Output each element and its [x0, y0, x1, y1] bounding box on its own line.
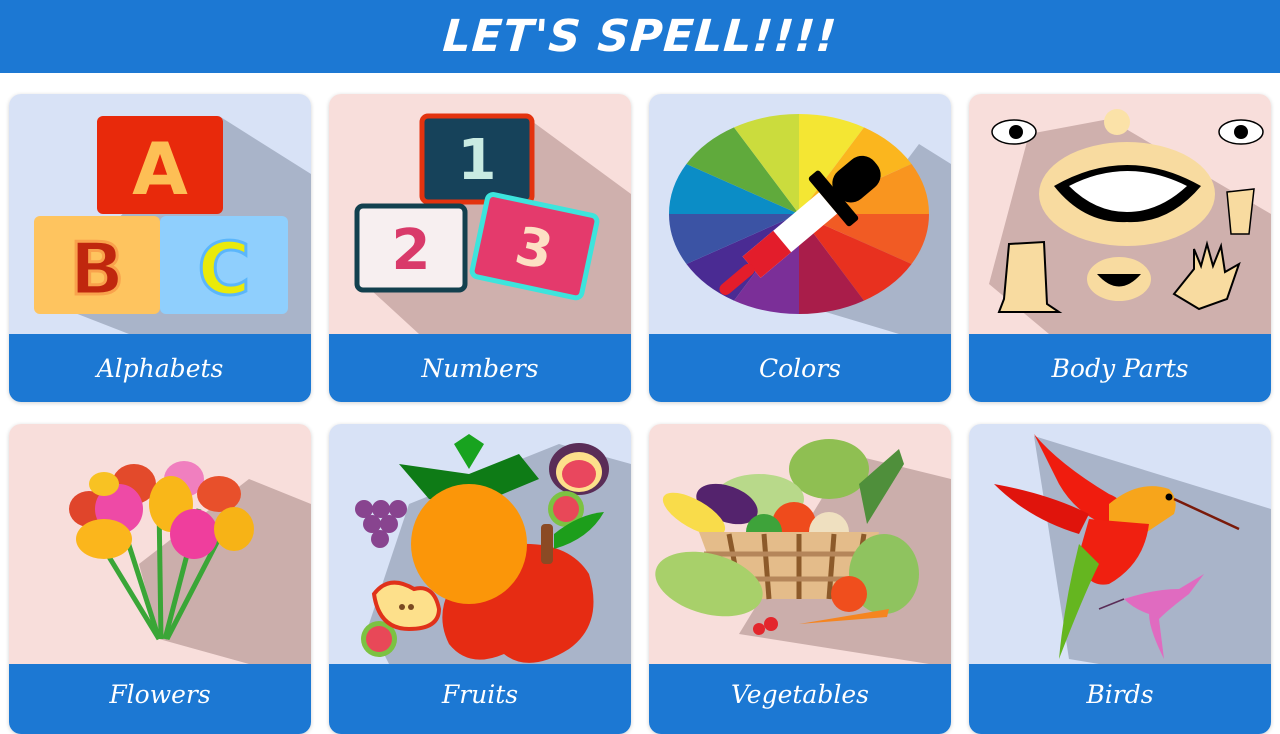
block-letter-c: C — [198, 227, 251, 311]
category-label: Flowers — [9, 664, 311, 734]
fruits-icon — [329, 424, 631, 664]
category-label: Alphabets — [9, 334, 311, 402]
category-label: Birds — [969, 664, 1271, 734]
app-header: LET'S SPELL!!!! — [0, 0, 1280, 73]
block-number-2: 2 — [392, 218, 431, 283]
category-label: Vegetables — [649, 664, 951, 734]
category-card-flowers[interactable]: Flowers — [9, 424, 311, 734]
abc-blocks-icon: A B C — [9, 94, 311, 334]
block-letter-a: A — [132, 127, 188, 211]
block-number-1: 1 — [458, 128, 497, 193]
category-card-colors[interactable]: Colors — [649, 94, 951, 402]
category-card-vegetables[interactable]: Vegetables — [649, 424, 951, 734]
app-title: LET'S SPELL!!!! — [441, 11, 839, 62]
category-card-fruits[interactable]: Fruits — [329, 424, 631, 734]
block-letter-b: B — [70, 227, 125, 311]
category-label: Body Parts — [969, 334, 1271, 402]
body-parts-icon — [969, 94, 1271, 334]
category-label: Colors — [649, 334, 951, 402]
category-card-body-parts[interactable]: Body Parts — [969, 94, 1271, 402]
vegetable-basket-icon — [649, 424, 951, 664]
category-card-birds[interactable]: Birds — [969, 424, 1271, 734]
number-blocks-icon: 3 1 2 — [329, 94, 631, 334]
hummingbird-icon — [969, 424, 1271, 664]
category-card-numbers[interactable]: 3 1 2 Numbers — [329, 94, 631, 402]
category-card-alphabets[interactable]: A B C Alphabets — [9, 94, 311, 402]
category-label: Numbers — [329, 334, 631, 402]
category-label: Fruits — [329, 664, 631, 734]
color-wheel-dropper-icon — [649, 94, 951, 334]
tulip-bouquet-icon — [9, 424, 311, 664]
